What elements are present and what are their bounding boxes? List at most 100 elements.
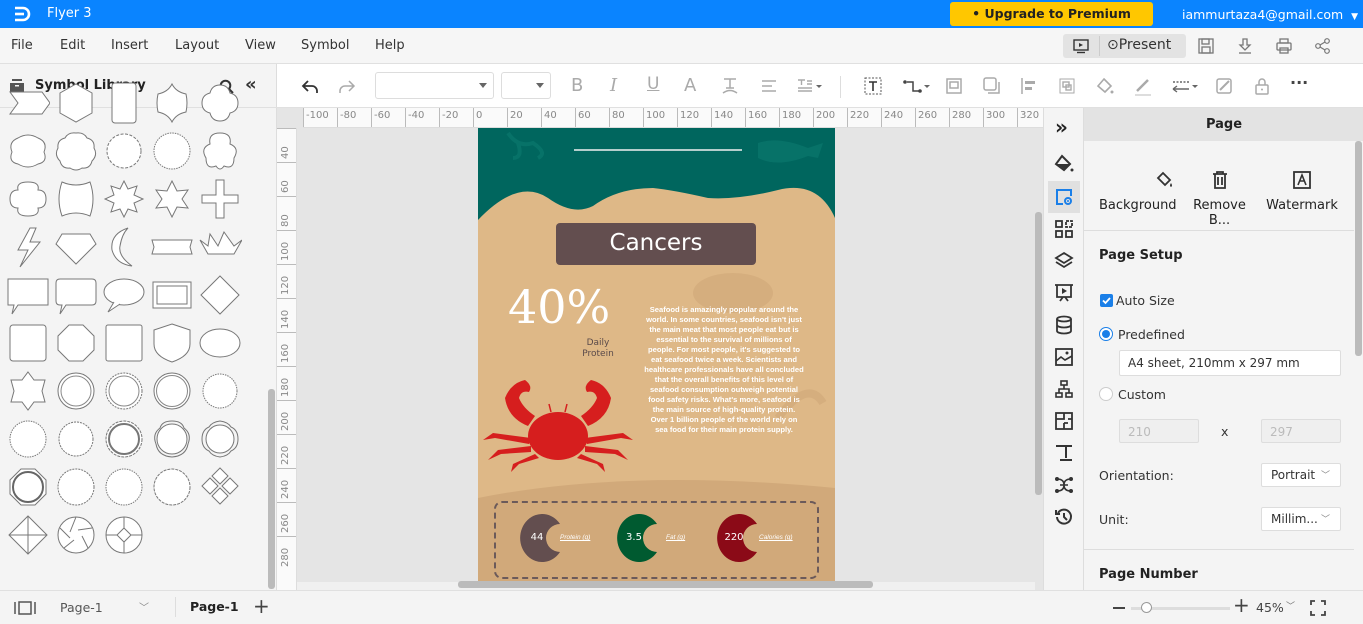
- frame-oval-shape[interactable]: [198, 322, 242, 364]
- mind-map-icon[interactable]: [1054, 475, 1074, 495]
- flower-shape[interactable]: [198, 130, 242, 172]
- symbol-library-scrollbar[interactable]: [268, 389, 275, 589]
- expand-panel-icon[interactable]: »: [1055, 115, 1068, 139]
- cross-shape[interactable]: [198, 178, 242, 220]
- database-icon[interactable]: [1054, 315, 1074, 335]
- menu-insert[interactable]: Insert: [111, 38, 148, 53]
- grid-layout-icon[interactable]: [1054, 219, 1074, 239]
- auto-size-checkbox[interactable]: [1100, 294, 1113, 307]
- connector-icon[interactable]: [902, 76, 932, 96]
- star8-shape[interactable]: [102, 178, 146, 220]
- presentation-icon[interactable]: [1054, 283, 1074, 303]
- frame-shield-shape[interactable]: [150, 322, 194, 364]
- badge-shape[interactable]: [150, 82, 194, 124]
- seal-shape[interactable]: [150, 130, 194, 172]
- badge-shape[interactable]: [198, 82, 242, 124]
- zoom-in-icon[interactable]: +: [1233, 593, 1250, 617]
- menu-symbol[interactable]: Symbol: [301, 38, 349, 53]
- frame-circle-shape[interactable]: [102, 466, 146, 508]
- zoom-out-icon[interactable]: [1113, 607, 1125, 609]
- org-chart-icon[interactable]: [1054, 379, 1074, 399]
- frame-octagon-shape[interactable]: [54, 322, 98, 364]
- group-icon[interactable]: [1057, 76, 1077, 96]
- bring-front-icon[interactable]: [944, 76, 964, 96]
- add-page-icon[interactable]: +: [253, 594, 270, 618]
- cloud-shape[interactable]: [6, 130, 50, 172]
- share-icon[interactable]: [1314, 37, 1332, 55]
- remove-background-button[interactable]: Remove B...: [1182, 170, 1257, 228]
- menu-view[interactable]: View: [245, 38, 276, 53]
- text-spacing-icon[interactable]: [795, 76, 823, 96]
- frame-rect-shape[interactable]: [150, 274, 194, 316]
- more-icon[interactable]: ···: [1290, 73, 1310, 93]
- text-box-icon[interactable]: [863, 76, 883, 96]
- percent-value[interactable]: 40%: [508, 280, 610, 334]
- chevron-down-icon[interactable]: ﹀: [1286, 599, 1295, 612]
- orientation-select[interactable]: Portrait ﹀: [1261, 463, 1341, 487]
- line-style-icon[interactable]: [1170, 76, 1200, 96]
- frame-octagon-shape[interactable]: [6, 466, 50, 508]
- vertical-scrollbar[interactable]: [1035, 212, 1042, 495]
- watermark-button[interactable]: Watermark: [1264, 170, 1340, 213]
- frame-circle-shape[interactable]: [54, 418, 98, 460]
- screen-icon[interactable]: [1071, 38, 1091, 54]
- frame-circle-shape[interactable]: [150, 466, 194, 508]
- zoom-slider-handle[interactable]: [1140, 602, 1152, 613]
- frame-circle-shape[interactable]: [102, 370, 146, 412]
- send-back-icon[interactable]: [982, 76, 1002, 96]
- background-button[interactable]: Background: [1099, 170, 1177, 213]
- menu-help[interactable]: Help: [375, 38, 405, 53]
- chevron-down-icon[interactable]: ﹀: [139, 599, 149, 614]
- text-path-icon[interactable]: [720, 76, 740, 96]
- speech-rounded-shape[interactable]: [54, 274, 98, 316]
- zoom-level[interactable]: 45%: [1256, 600, 1284, 615]
- frame-flower-shape[interactable]: [198, 418, 242, 460]
- frame-circle-shape[interactable]: [6, 418, 50, 460]
- star6-shape[interactable]: [150, 178, 194, 220]
- fill-icon[interactable]: [1095, 76, 1115, 96]
- image-icon[interactable]: [1054, 347, 1074, 367]
- segmented-circle-shape[interactable]: [102, 514, 146, 556]
- frame-square-shape[interactable]: [6, 322, 50, 364]
- custom-radio[interactable]: [1099, 387, 1113, 401]
- print-icon[interactable]: [1275, 37, 1293, 55]
- rounded-rect-shape[interactable]: [102, 82, 146, 124]
- frame-diamond-shape[interactable]: [198, 274, 242, 316]
- history-icon[interactable]: [1054, 507, 1074, 527]
- custom-width-input[interactable]: 210: [1119, 419, 1199, 443]
- align-objects-icon[interactable]: [1019, 76, 1039, 96]
- lock-icon[interactable]: [1252, 76, 1272, 96]
- redo-icon[interactable]: [337, 76, 357, 96]
- cloud-shape[interactable]: [54, 130, 98, 172]
- fullscreen-icon[interactable]: [1310, 600, 1326, 616]
- moon-shape[interactable]: [102, 226, 146, 268]
- lightning-shape[interactable]: [6, 226, 50, 268]
- frame-circle-shape[interactable]: [102, 418, 146, 460]
- aperture-shape[interactable]: [54, 514, 98, 556]
- frame-circle-shape[interactable]: [150, 370, 194, 412]
- panel-scrollbar[interactable]: [1355, 141, 1362, 356]
- floor-plan-icon[interactable]: [1054, 411, 1074, 431]
- align-icon[interactable]: [759, 76, 779, 96]
- quatrefoil-shape[interactable]: [6, 178, 50, 220]
- predefined-size-field[interactable]: A4 sheet, 210mm x 297 mm: [1119, 350, 1341, 376]
- unit-select[interactable]: Millim... ﹀: [1261, 507, 1341, 531]
- frame-circle-shape[interactable]: [54, 370, 98, 412]
- frame-square-shape[interactable]: [102, 322, 146, 364]
- font-size-select[interactable]: [501, 72, 551, 99]
- layers-icon[interactable]: [1054, 251, 1074, 271]
- line-color-icon[interactable]: [1133, 76, 1153, 96]
- flyer-page[interactable]: Cancers 40% Daily Protein Seafood is amaz…: [478, 128, 835, 582]
- page-select[interactable]: Page-1: [60, 600, 103, 615]
- quad-diamond-shape[interactable]: [6, 514, 50, 556]
- horizontal-scrollbar[interactable]: [458, 581, 873, 588]
- collapse-panel-icon[interactable]: «: [245, 74, 257, 95]
- diamond-gem-shape[interactable]: [54, 226, 98, 268]
- font-family-select[interactable]: [375, 72, 494, 99]
- hexagon-shape[interactable]: [54, 82, 98, 124]
- custom-height-input[interactable]: 297: [1261, 419, 1341, 443]
- flyer-title-box[interactable]: Cancers: [556, 223, 756, 265]
- account-menu[interactable]: iammurtaza4@gmail.com ▼: [1182, 7, 1358, 22]
- menu-file[interactable]: File: [11, 38, 33, 53]
- speech-oval-shape[interactable]: [102, 274, 146, 316]
